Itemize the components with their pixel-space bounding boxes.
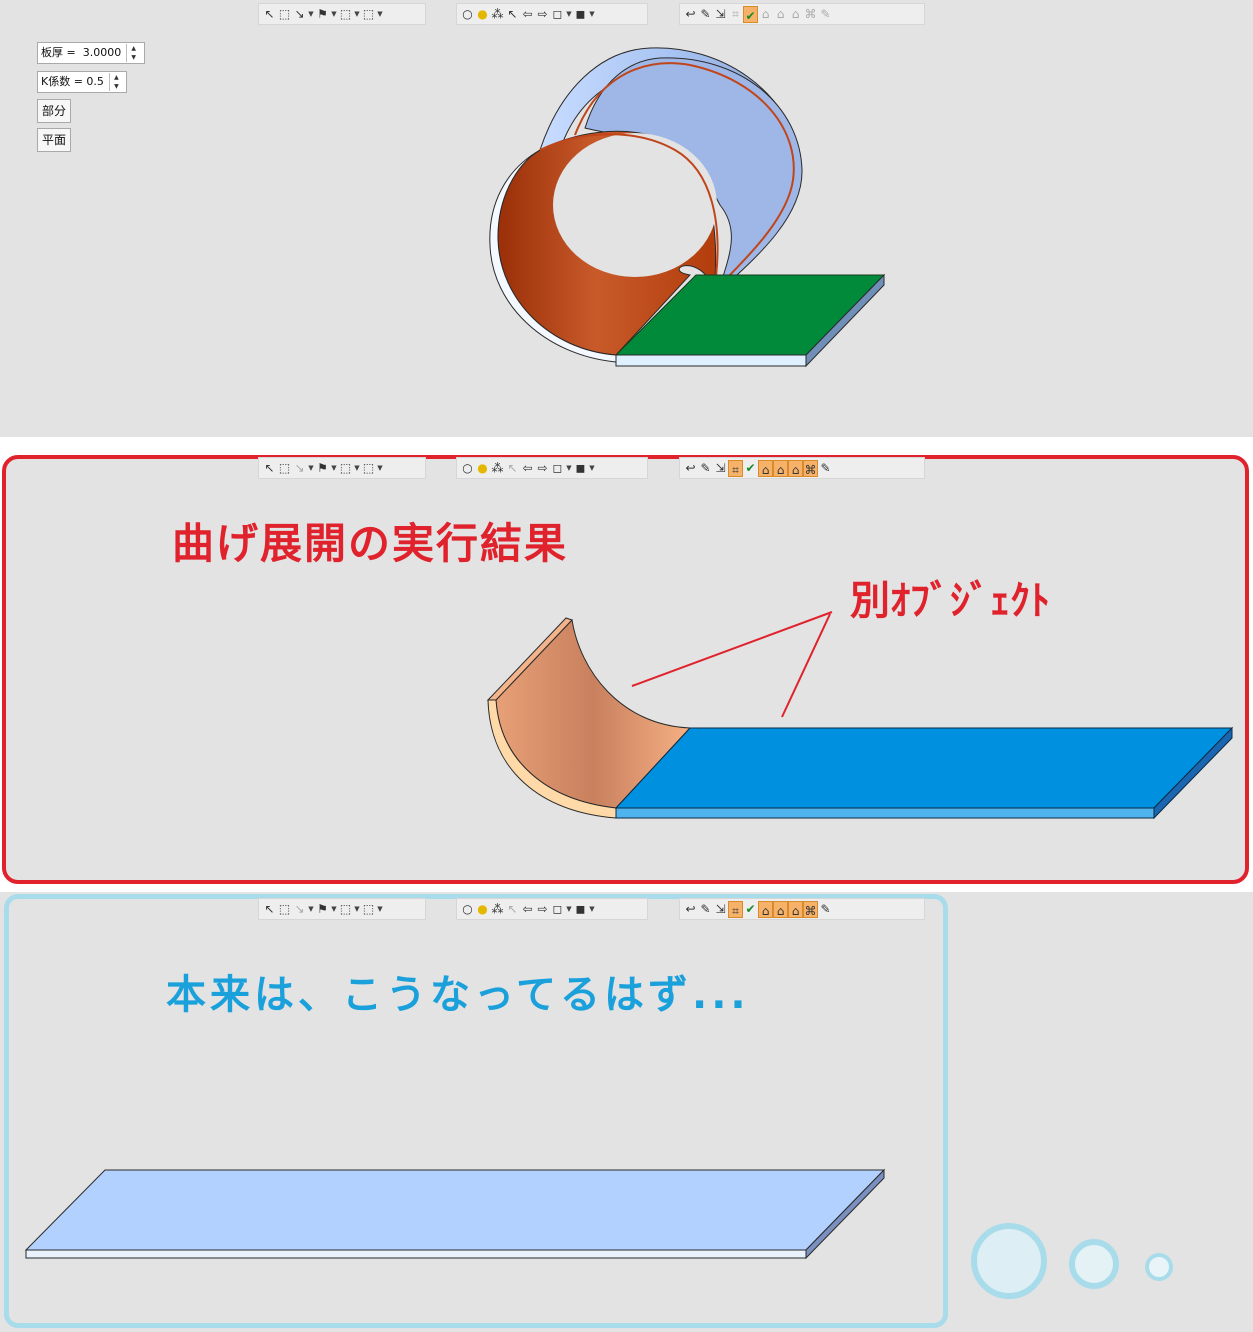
blue-flat-top	[614, 727, 1234, 809]
separate-objects-caption: 別ｵﾌﾞｼﾞｪｸﾄ	[850, 578, 1050, 624]
bubble-large-icon	[971, 1223, 1047, 1299]
expected-flat-model[interactable]	[24, 1168, 886, 1260]
flat-sheet-front-edge	[25, 1249, 807, 1259]
expected-caption: 本来は、こうなってるはず...	[166, 972, 750, 1018]
green-flange-front-edge	[615, 354, 807, 367]
bubble-medium-icon	[1069, 1239, 1119, 1289]
result-caption: 曲げ展開の実行結果	[172, 519, 569, 568]
unbend-result-model[interactable]	[486, 611, 1234, 820]
model-graphics	[24, 47, 1234, 1299]
decorative-bubbles	[971, 1223, 1173, 1299]
tube-opening	[553, 133, 717, 277]
flat-sheet-top	[24, 1169, 886, 1251]
blue-flat-front-edge	[615, 807, 1155, 819]
rolled-sheet-model[interactable]	[489, 47, 886, 368]
bubble-small-icon	[1145, 1253, 1173, 1281]
callout-line-2	[781, 613, 831, 718]
